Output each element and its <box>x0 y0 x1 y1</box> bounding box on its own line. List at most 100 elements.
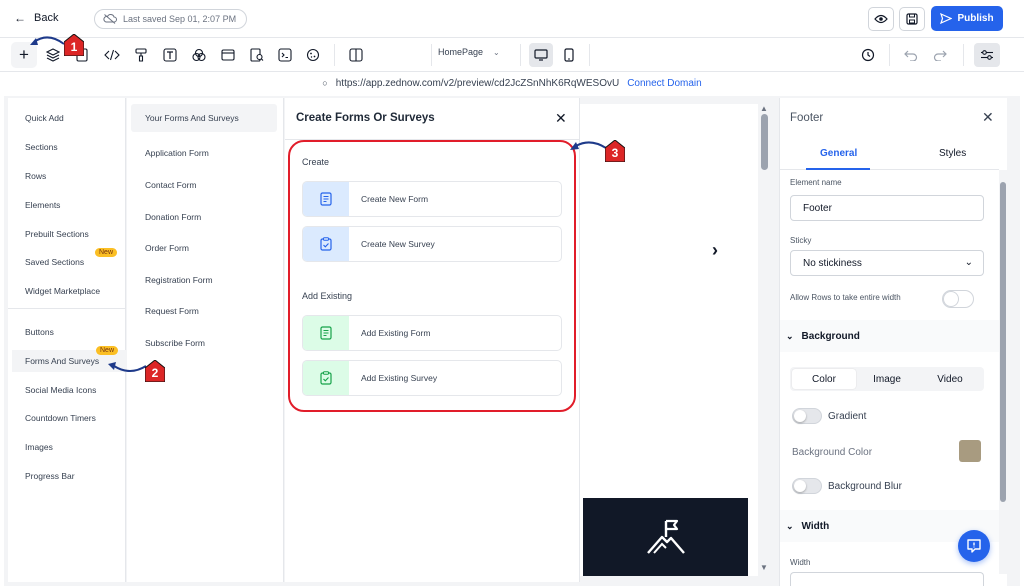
menu-item-quick-add[interactable]: Quick Add <box>8 107 126 129</box>
desktop-view-button[interactable] <box>529 43 553 67</box>
forms-item-registration[interactable]: Registration Form <box>131 266 277 294</box>
canvas-scrollbar[interactable]: ▲ ▼ <box>758 104 772 574</box>
terminal-button[interactable] <box>276 46 294 64</box>
menu-item-social-media-icons[interactable]: Social Media Icons <box>8 379 126 401</box>
tab-styles[interactable]: Styles <box>939 148 966 159</box>
connect-domain-link[interactable]: Connect Domain <box>627 78 701 89</box>
menu-item-progress-bar[interactable]: Progress Bar <box>8 465 126 487</box>
colors-button[interactable] <box>190 46 208 64</box>
history-button[interactable] <box>859 46 877 64</box>
step-marker-1: 1 <box>64 34 84 56</box>
properties-scrollbar[interactable] <box>999 170 1007 574</box>
gradient-label: Gradient <box>828 411 867 422</box>
chevron-right-icon[interactable]: › <box>712 240 718 261</box>
paint-button[interactable] <box>132 46 150 64</box>
create-new-survey-button[interactable]: Create New Survey <box>302 226 562 262</box>
menu-item-buttons[interactable]: Buttons <box>8 321 126 343</box>
toolbar-divider <box>334 44 335 66</box>
scroll-thumb[interactable] <box>1000 182 1006 502</box>
forms-item-donation[interactable]: Donation Form <box>131 203 277 231</box>
width-heading: Width <box>801 520 830 532</box>
page-name: HomePage <box>438 47 484 57</box>
card-label: Add Existing Form <box>361 328 431 338</box>
menu-item-elements[interactable]: Elements <box>8 194 126 216</box>
menu-item-label: Images <box>25 442 53 452</box>
chevron-down-icon: ⌄ <box>964 257 973 268</box>
active-tab-indicator <box>806 168 870 170</box>
close-icon: ✕ <box>555 110 567 126</box>
preview-url[interactable]: https://app.zednow.com/v2/preview/cd2JcZ… <box>336 78 619 89</box>
sliders-icon <box>981 50 993 60</box>
add-existing-form-button[interactable]: Add Existing Form <box>302 315 562 351</box>
menu-item-widget-marketplace[interactable]: Widget Marketplace <box>8 280 126 302</box>
menu-item-prebuilt-sections[interactable]: Prebuilt Sections <box>8 223 126 245</box>
back-button[interactable]: ← Back <box>14 11 58 25</box>
background-section-header[interactable]: ⌄ Background <box>780 320 999 352</box>
create-forms-panel: Create Forms Or Surveys ✕ Create Create … <box>285 98 580 582</box>
typography-button[interactable] <box>161 46 179 64</box>
code-button[interactable] <box>103 46 121 64</box>
menu-item-countdown-timers[interactable]: Countdown Timers <box>8 407 126 429</box>
step-marker-3: 3 <box>605 140 625 162</box>
publish-button[interactable]: Publish <box>931 6 1003 31</box>
mobile-view-button[interactable] <box>557 43 581 67</box>
footer-preview-block[interactable] <box>583 498 748 576</box>
undo-button[interactable] <box>902 46 920 64</box>
menu-item-label: Countdown Timers <box>25 413 96 423</box>
menu-item-label: Quick Add <box>25 113 64 123</box>
menu-item-sections[interactable]: Sections <box>8 136 126 158</box>
background-blur-toggle[interactable] <box>792 478 822 494</box>
scroll-up-icon[interactable]: ▲ <box>760 104 768 113</box>
menu-item-label: Saved Sections <box>25 257 85 267</box>
forms-item-contact[interactable]: Contact Form <box>131 171 277 199</box>
terminal-icon <box>278 48 292 62</box>
survey-icon-wrap <box>303 227 349 261</box>
bg-tab-color[interactable]: Color <box>792 369 856 389</box>
element-name-input[interactable]: Footer <box>790 195 984 221</box>
forms-item-your-forms[interactable]: Your Forms And Surveys <box>131 104 277 132</box>
cookie-button[interactable] <box>304 46 322 64</box>
allow-rows-toggle[interactable] <box>942 290 974 308</box>
forms-item-label: Subscribe Form <box>145 338 205 348</box>
bg-tab-image[interactable]: Image <box>855 369 919 389</box>
forms-item-order[interactable]: Order Form <box>131 234 277 262</box>
menu-item-images[interactable]: Images <box>8 436 126 458</box>
panel-title: Create Forms Or Surveys <box>296 112 435 124</box>
scroll-thumb[interactable] <box>761 114 768 170</box>
forms-item-subscribe[interactable]: Subscribe Form <box>131 329 277 357</box>
menu-item-rows[interactable]: Rows <box>8 165 126 187</box>
settings-toggle-button[interactable] <box>974 43 1000 67</box>
allow-rows-label: Allow Rows to take entire width <box>790 293 901 302</box>
background-color-swatch[interactable] <box>959 440 981 462</box>
help-chat-button[interactable] <box>958 530 990 562</box>
preview-button[interactable] <box>868 7 894 31</box>
save-button[interactable] <box>899 7 925 31</box>
arrow-left-icon: ← <box>14 11 26 25</box>
layout-button[interactable] <box>219 46 237 64</box>
redo-button[interactable] <box>931 46 949 64</box>
forms-item-application[interactable]: Application Form <box>131 139 277 167</box>
form-icon <box>320 326 332 340</box>
undo-icon <box>904 50 918 61</box>
scroll-down-icon[interactable]: ▼ <box>760 563 768 572</box>
toolbar-divider <box>889 44 890 66</box>
globe-icon: ○ <box>322 78 328 88</box>
close-panel-button[interactable]: ✕ <box>555 110 567 127</box>
sticky-select[interactable]: No stickiness ⌄ <box>790 250 984 276</box>
bg-tab-video[interactable]: Video <box>918 369 982 389</box>
split-view-button[interactable] <box>347 46 365 64</box>
forms-item-label: Registration Form <box>145 275 213 285</box>
seo-button[interactable] <box>248 46 266 64</box>
tab-general[interactable]: General <box>820 148 857 159</box>
close-properties-button[interactable]: ✕ <box>982 109 994 126</box>
page-selector[interactable]: HomePage ⌄ <box>438 47 500 57</box>
add-existing-survey-button[interactable]: Add Existing Survey <box>302 360 562 396</box>
form-icon <box>320 192 332 206</box>
mountain-flag-icon <box>646 519 685 554</box>
width-input[interactable] <box>790 572 984 586</box>
sticky-label: Sticky <box>790 236 812 245</box>
add-existing-heading: Add Existing <box>302 291 353 301</box>
gradient-toggle[interactable] <box>792 408 822 424</box>
create-new-form-button[interactable]: Create New Form <box>302 181 562 217</box>
forms-item-request[interactable]: Request Form <box>131 297 277 325</box>
